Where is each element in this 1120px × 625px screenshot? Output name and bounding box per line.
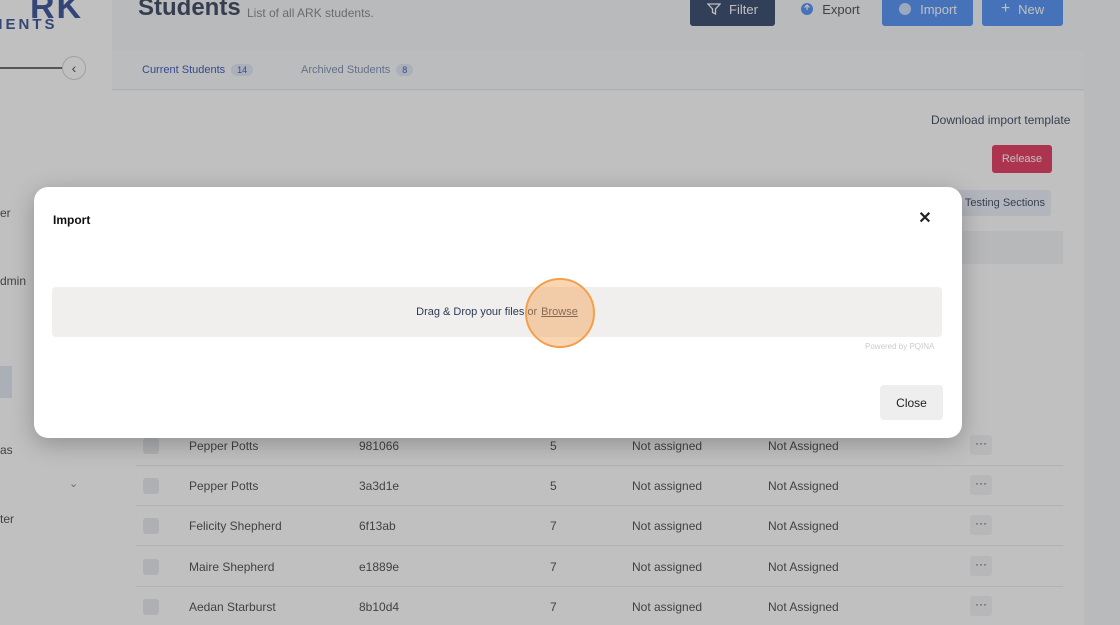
modal-title: Import <box>53 213 91 227</box>
close-icon[interactable]: ✕ <box>915 209 935 229</box>
import-modal: Import ✕ Drag & Drop your files or Brows… <box>34 187 962 438</box>
dropzone-text: Drag & Drop your files or <box>416 306 538 318</box>
powered-by-credit[interactable]: Powered by PQINA <box>865 342 934 351</box>
close-button[interactable]: Close <box>880 385 943 420</box>
browse-link[interactable]: Browse <box>541 306 578 318</box>
file-dropzone[interactable]: Drag & Drop your files or Browse <box>52 287 942 337</box>
